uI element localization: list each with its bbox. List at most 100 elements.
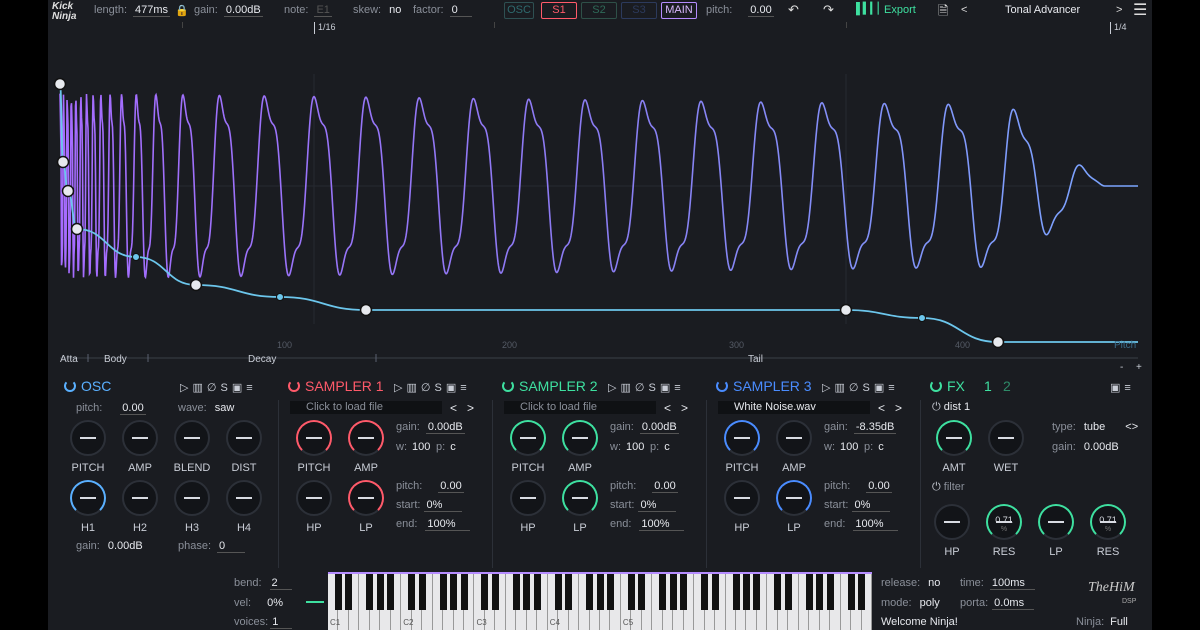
envelope-node[interactable] — [70, 222, 84, 236]
porta-value[interactable]: 0.0ms — [992, 597, 1035, 610]
preset-prev-button[interactable]: < — [961, 4, 967, 16]
black-key[interactable] — [533, 572, 541, 610]
phase-icon[interactable]: ∅ — [421, 382, 435, 394]
black-key[interactable] — [638, 572, 646, 610]
time-value[interactable]: 100ms — [989, 577, 1035, 590]
lp-knob[interactable] — [1038, 504, 1074, 540]
lock-icon[interactable]: 🔒 — [175, 4, 189, 17]
grid-icon[interactable]: ▥ — [620, 382, 634, 394]
black-key[interactable] — [816, 572, 824, 610]
fx-tab-2[interactable]: 2 — [1003, 378, 1011, 396]
black-key[interactable] — [669, 572, 677, 610]
time-control[interactable]: time: 100ms — [960, 577, 1035, 590]
grid-icon[interactable]: ▥ — [834, 382, 848, 394]
s2-gain-control[interactable]: gain: 0.00dB — [610, 421, 679, 434]
envelope-node[interactable] — [56, 155, 70, 169]
file-icon[interactable]: 🗎 — [938, 2, 948, 24]
envelope-curve-handle[interactable] — [276, 293, 284, 301]
release-control[interactable]: release: no — [881, 577, 942, 589]
osc-header[interactable]: OSC — [64, 378, 111, 396]
black-key[interactable] — [858, 572, 866, 610]
phase-icon[interactable]: ∅ — [849, 382, 863, 394]
osc-toolbar[interactable]: ▷▥∅S▣≡ — [180, 381, 257, 394]
black-key[interactable] — [565, 572, 573, 610]
save-icon[interactable]: ▣ — [1110, 382, 1124, 394]
s1-w-value[interactable]: 100 — [410, 441, 432, 453]
s3-file-arrows[interactable]: <> — [878, 401, 912, 415]
black-key[interactable] — [627, 572, 635, 610]
pitch-envelope-label[interactable]: Pitch — [1114, 340, 1136, 351]
s1-w-control[interactable]: w: 100 — [396, 441, 432, 453]
mode-value[interactable]: poly — [918, 597, 942, 609]
black-key[interactable] — [554, 572, 562, 610]
s1-start-value[interactable]: 0% — [424, 499, 463, 512]
s3-file-field[interactable]: White Noise.wav — [718, 401, 870, 414]
menu-icon[interactable]: ≡ — [674, 382, 684, 394]
pitch-knob[interactable] — [296, 420, 332, 456]
waveform-graph[interactable]: 100 200 300 400 Pitch Atta Body Decay Ta… — [48, 36, 1152, 376]
s3-end-control[interactable]: end: 100% — [824, 518, 898, 531]
preset-next-button[interactable]: > — [1116, 4, 1122, 16]
black-key[interactable] — [408, 572, 416, 610]
solo-icon[interactable]: S — [648, 382, 659, 394]
menu-icon[interactable]: ≡ — [246, 382, 256, 394]
s2-toolbar[interactable]: ▷▥∅S▣≡ — [608, 381, 685, 394]
black-key[interactable] — [701, 572, 709, 610]
black-key[interactable] — [847, 572, 855, 610]
black-key[interactable] — [680, 572, 688, 610]
fx-power-icon[interactable] — [930, 380, 942, 392]
segment-body[interactable]: Body — [104, 354, 127, 365]
black-key[interactable] — [418, 572, 426, 610]
s3-gain-value[interactable]: -8.35dB — [853, 421, 897, 434]
black-key[interactable] — [742, 572, 750, 610]
hp-knob[interactable] — [724, 480, 760, 516]
osc-power-icon[interactable] — [64, 380, 76, 392]
black-key[interactable] — [366, 572, 374, 610]
type-arrows-icon[interactable]: <> — [1125, 421, 1138, 433]
solo-icon[interactable]: S — [434, 382, 445, 394]
pitch-envelope-curve[interactable] — [59, 83, 1138, 343]
s1-pitch-control[interactable]: pitch: 0.00 — [396, 480, 464, 493]
s1-start-control[interactable]: start: 0% — [396, 499, 463, 512]
s3-header[interactable]: SAMPLER 3 — [716, 378, 812, 396]
phase-icon[interactable]: ∅ — [207, 382, 221, 394]
s2-file-arrows[interactable]: <> — [664, 401, 698, 415]
fx-filter-toggle[interactable]: ⏻ filter — [932, 481, 965, 494]
fx-type-control[interactable]: type: tube <> — [1052, 421, 1138, 433]
preset-name[interactable]: Tonal Advancer — [1005, 4, 1080, 16]
black-key[interactable] — [826, 572, 834, 610]
black-key[interactable] — [450, 572, 458, 610]
note-value[interactable]: E1 — [314, 4, 332, 17]
play-icon[interactable]: ▷ — [394, 382, 406, 394]
s1-pitch-value[interactable]: 0.00 — [438, 480, 464, 493]
amp-knob[interactable] — [562, 420, 598, 456]
solo-icon[interactable]: S — [220, 382, 231, 394]
pitch-value[interactable]: 0.00 — [748, 4, 774, 17]
amp-knob[interactable] — [122, 420, 158, 456]
envelope-node[interactable] — [189, 278, 203, 292]
porta-control[interactable]: porta: 0.0ms — [960, 597, 1035, 610]
redo-icon[interactable]: ↷ — [823, 2, 834, 18]
fx-gain-control[interactable]: gain: 0.00dB — [1052, 441, 1121, 453]
segment-tail[interactable]: Tail — [748, 354, 763, 365]
fx-tab-1[interactable]: 1 — [984, 378, 992, 396]
s1-toolbar[interactable]: ▷▥∅S▣≡ — [394, 381, 471, 394]
s3-start-control[interactable]: start: 0% — [824, 499, 891, 512]
s2-power-icon[interactable] — [502, 380, 514, 392]
s3-toolbar[interactable]: ▷▥∅S▣≡ — [822, 381, 899, 394]
s2-w-value[interactable]: 100 — [624, 441, 646, 453]
osc-pitch-control[interactable]: pitch: 0.00 — [76, 402, 146, 415]
voices-value[interactable]: 1 — [270, 616, 293, 629]
hp-knob[interactable] — [296, 480, 332, 516]
zoom-in-icon[interactable]: + — [1136, 362, 1142, 373]
envelope-curve-handle[interactable] — [132, 253, 140, 261]
black-key[interactable] — [732, 572, 740, 610]
envelope-node[interactable] — [839, 303, 853, 317]
play-icon[interactable]: ▷ — [608, 382, 620, 394]
length-value[interactable]: 477ms — [133, 4, 171, 17]
osc-wave-value[interactable]: saw — [213, 402, 237, 414]
osc-phase-control[interactable]: phase: 0 — [178, 540, 246, 553]
ninja-value[interactable]: Full — [1108, 616, 1130, 628]
solo-icon[interactable]: S — [862, 382, 873, 394]
skew-value[interactable]: no — [387, 4, 403, 16]
